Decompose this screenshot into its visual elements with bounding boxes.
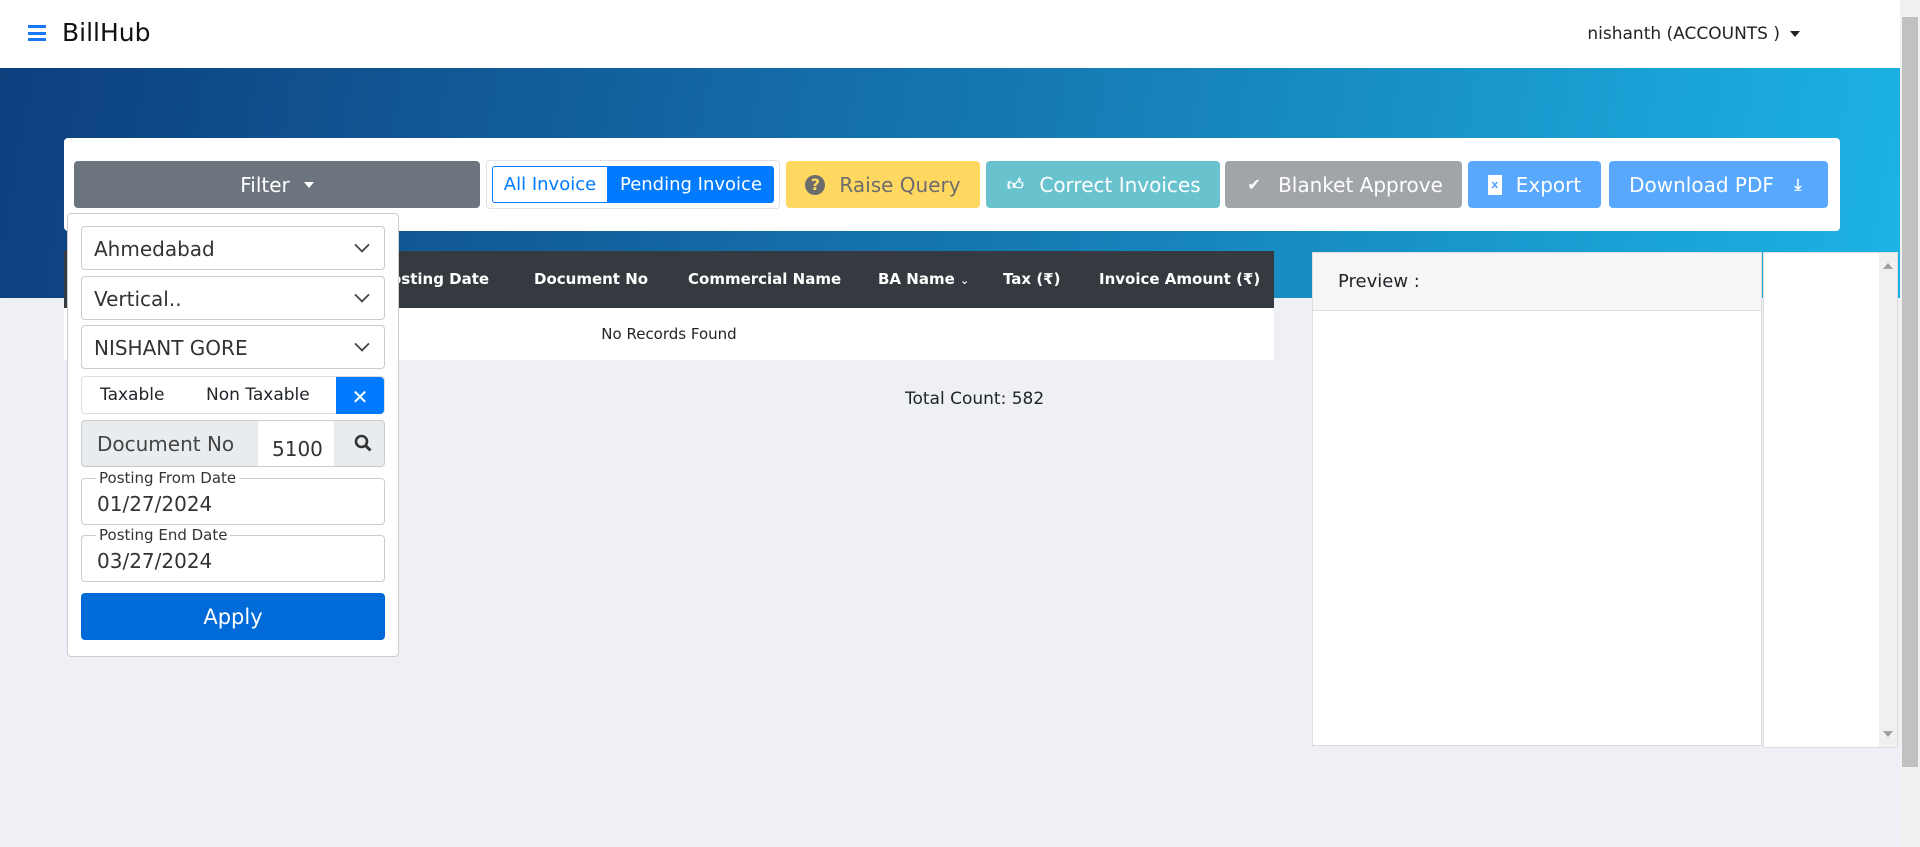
scrollbar-thumb[interactable]	[1902, 17, 1918, 767]
blanket-approve-label: Blanket Approve	[1278, 172, 1443, 197]
end-date-label: Posting End Date	[96, 526, 231, 544]
vertical-select[interactable]: Vertical..	[81, 276, 385, 320]
chevron-down-icon	[354, 237, 370, 253]
check-icon: ✔	[1247, 175, 1261, 194]
search-icon[interactable]	[354, 434, 372, 452]
ba-name-label: BA Name	[878, 270, 955, 288]
posting-from-date[interactable]: Posting From Date 01/27/2024	[81, 469, 385, 525]
app-brand[interactable]: BillHub	[62, 18, 151, 47]
col-ba-name[interactable]: BA Name ⌄	[878, 270, 969, 288]
clear-tax-button[interactable]: ✕	[336, 377, 384, 414]
end-date-value: 03/27/2024	[97, 549, 213, 573]
tax-type-group: Taxable Non Taxable ✕	[81, 376, 385, 414]
document-no-label: Document No	[97, 432, 235, 456]
question-circle-icon: ?	[805, 174, 826, 195]
preview-panel: Preview :	[1312, 252, 1762, 746]
page-scrollbar[interactable]	[1900, 0, 1920, 847]
person-value: NISHANT GORE	[94, 336, 248, 360]
top-navbar: BillHub nishanth (ACCOUNTS )	[0, 0, 1900, 68]
preview-title: Preview :	[1313, 253, 1761, 311]
close-icon: ✕	[351, 385, 369, 409]
download-pdf-button[interactable]: Download PDF ⤓	[1609, 161, 1828, 208]
export-button[interactable]: x Export	[1468, 161, 1601, 208]
vertical-value: Vertical..	[94, 287, 182, 311]
document-no-input[interactable]	[258, 421, 334, 466]
user-menu[interactable]: nishanth (ACCOUNTS )	[1587, 24, 1800, 44]
blanket-approve-button[interactable]: ✔ Blanket Approve	[1225, 161, 1462, 208]
panel-scrollbar[interactable]	[1879, 253, 1897, 747]
person-select[interactable]: NISHANT GORE	[81, 325, 385, 369]
caret-down-icon	[303, 181, 314, 188]
correct-invoices-button[interactable]: 👍︎ Correct Invoices	[986, 161, 1220, 208]
apply-button[interactable]: Apply	[81, 593, 385, 640]
menu-icon[interactable]	[28, 25, 46, 41]
export-label: Export	[1515, 172, 1582, 197]
col-document-no[interactable]: Document No	[534, 270, 648, 288]
non-taxable-option[interactable]: Non Taxable	[206, 385, 310, 405]
document-search-group: Document No	[81, 420, 385, 467]
chevron-down-icon	[354, 287, 370, 303]
download-pdf-label: Download PDF	[1629, 172, 1774, 197]
correct-invoices-label: Correct Invoices	[1039, 172, 1201, 197]
total-count: Total Count: 582	[905, 389, 1045, 409]
location-value: Ahmedabad	[94, 237, 215, 261]
pending-invoice-tab[interactable]: Pending Invoice	[608, 166, 774, 203]
chevron-down-icon: ⌄	[959, 274, 970, 287]
filter-label: Filter	[240, 172, 290, 197]
excel-file-icon: x	[1487, 174, 1502, 195]
col-tax[interactable]: Tax (₹)	[1003, 270, 1060, 288]
thumbs-up-icon: 👍︎	[1006, 174, 1024, 194]
col-commercial-name[interactable]: Commercial Name	[688, 270, 841, 288]
invoice-toggle: All Invoice Pending Invoice	[486, 160, 780, 209]
raise-query-label: Raise Query	[839, 172, 961, 197]
user-name: nishanth (ACCOUNTS )	[1587, 24, 1780, 44]
all-invoice-tab[interactable]: All Invoice	[492, 166, 608, 203]
taxable-option[interactable]: Taxable	[100, 385, 164, 405]
filter-button[interactable]: Filter	[74, 161, 480, 208]
side-panel	[1763, 252, 1898, 748]
from-date-label: Posting From Date	[96, 469, 240, 487]
col-invoice-amount[interactable]: Invoice Amount (₹)	[1099, 270, 1260, 288]
posting-end-date[interactable]: Posting End Date 03/27/2024	[81, 526, 385, 582]
download-icon: ⤓	[1794, 174, 1802, 194]
location-select[interactable]: Ahmedabad	[81, 226, 385, 270]
chevron-down-icon	[354, 336, 370, 352]
filter-dropdown: Ahmedabad Vertical.. NISHANT GORE Taxabl…	[67, 213, 399, 657]
caret-down-icon	[1790, 31, 1800, 37]
raise-query-button[interactable]: ? Raise Query	[786, 161, 980, 208]
from-date-value: 01/27/2024	[97, 492, 213, 516]
scroll-down-icon[interactable]	[1883, 731, 1893, 737]
scroll-up-icon[interactable]	[1883, 263, 1893, 269]
